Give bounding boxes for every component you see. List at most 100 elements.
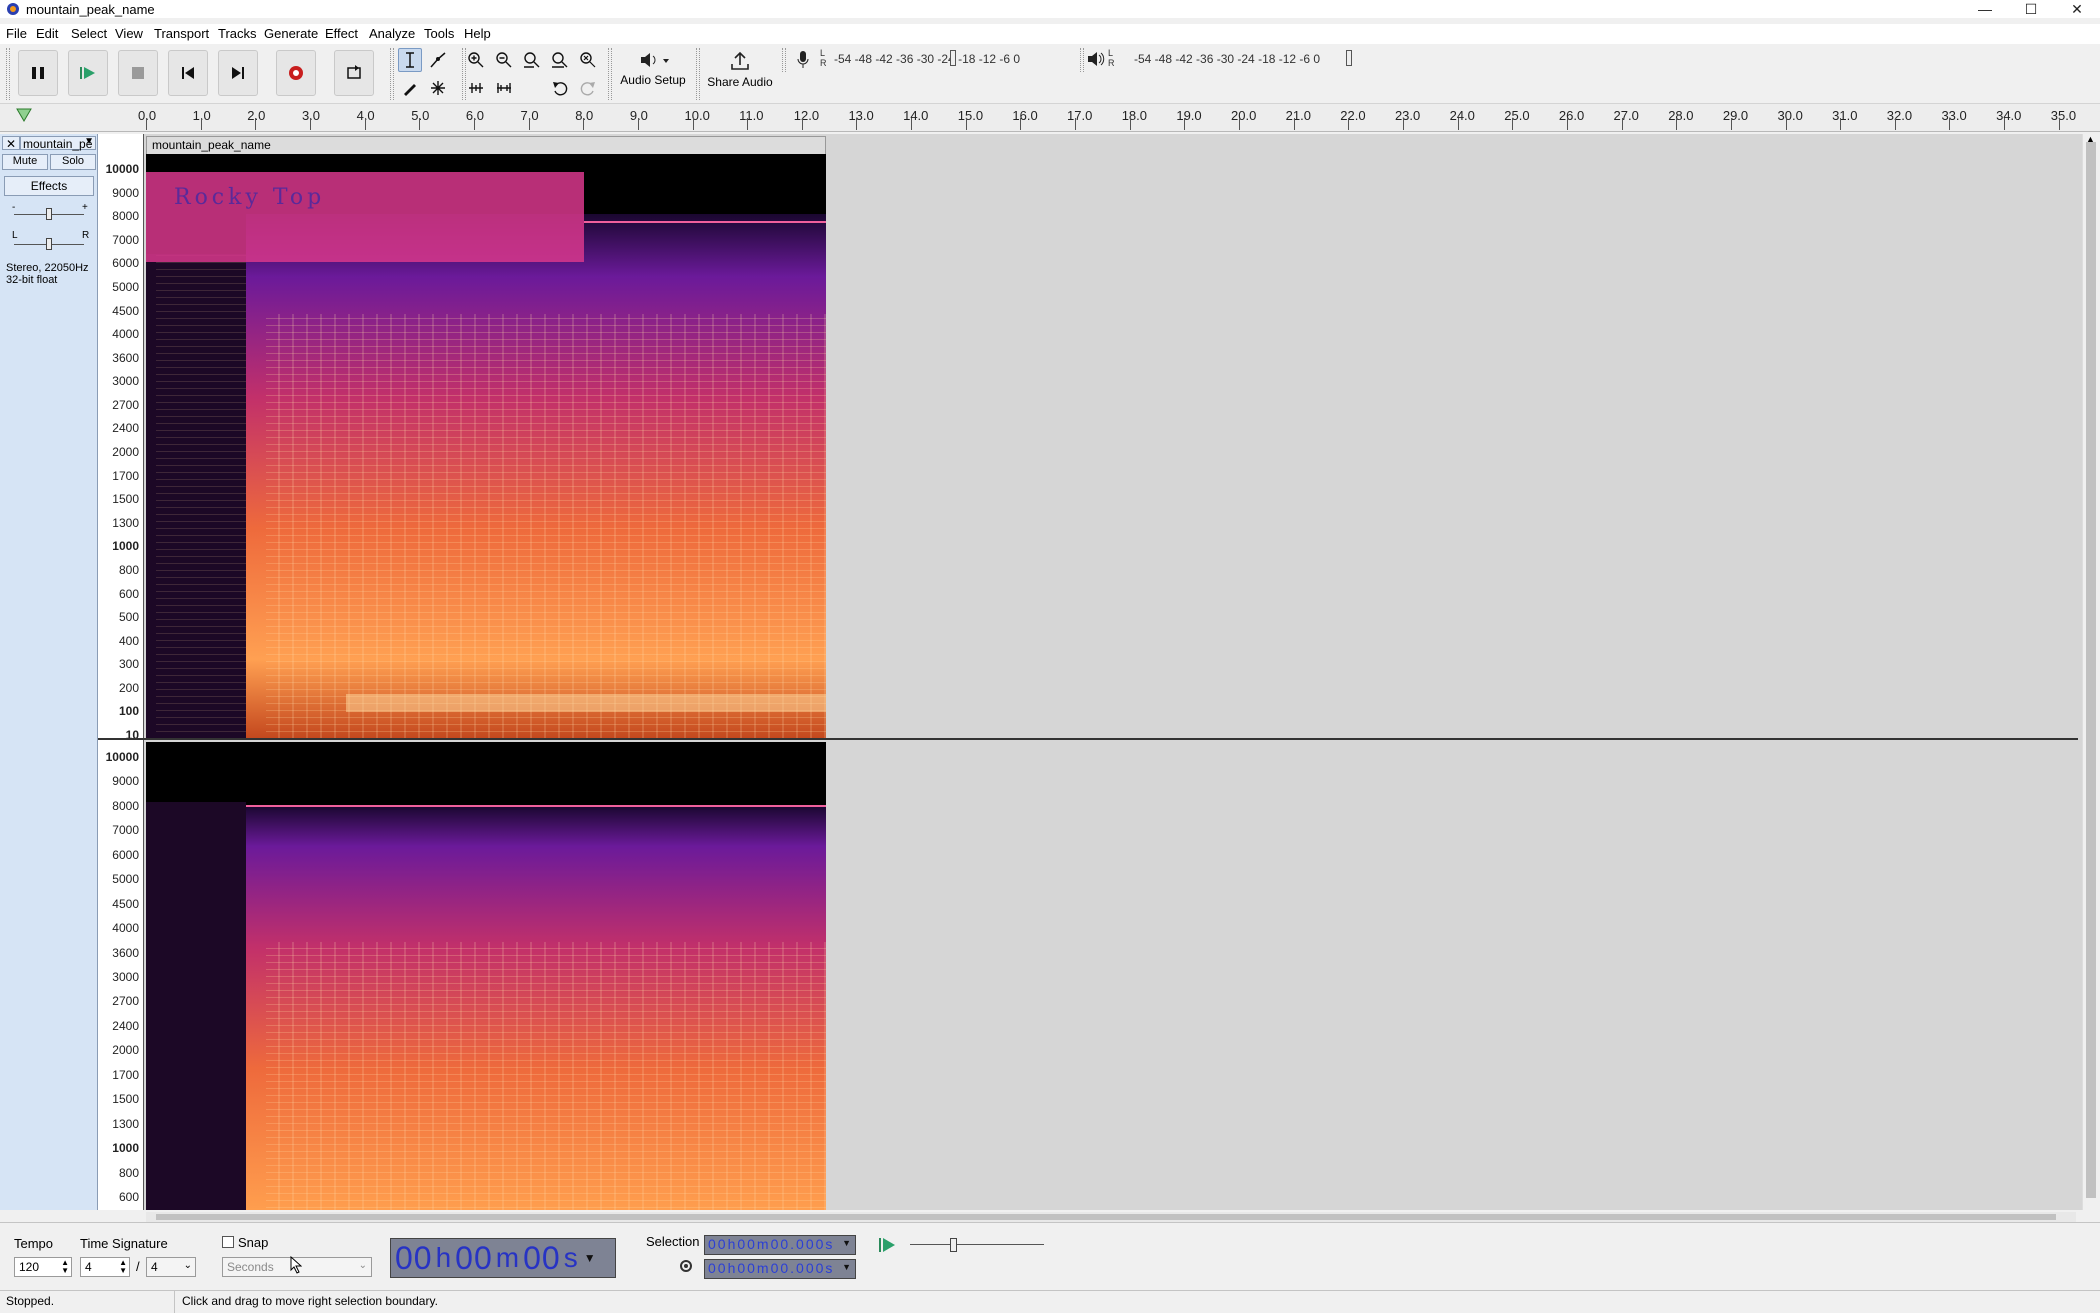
time-sig-denominator[interactable]: 4 ⌄ — [146, 1257, 196, 1277]
frequency-label: 1500 — [112, 1092, 139, 1107]
microphone-icon — [797, 51, 809, 68]
frequency-label: 4500 — [112, 303, 139, 318]
ruler-tick-label: 32.0 — [1886, 108, 1913, 123]
menu-analyze[interactable]: Analyze — [369, 26, 415, 41]
horizontal-scrollbar[interactable] — [146, 1212, 2076, 1222]
zoom-toggle-button[interactable] — [576, 48, 600, 72]
undo-icon — [553, 82, 568, 96]
toolbar-grip[interactable] — [6, 48, 10, 100]
menu-effect[interactable]: Effect — [325, 26, 358, 41]
record-meter-scale[interactable]: -54 -48 -42 -36 -30 -24 -18 -12 -6 0 — [834, 52, 1020, 66]
solo-button[interactable]: Solo — [50, 154, 96, 170]
frequency-label: 3600 — [112, 350, 139, 365]
draw-tool[interactable] — [398, 76, 422, 100]
clip-title-bar[interactable]: mountain_peak_name — [146, 136, 826, 154]
redo-button[interactable] — [576, 76, 600, 100]
selection-end-field[interactable]: 00h00m00.000s ▼ — [704, 1259, 856, 1279]
minimize-button[interactable]: — — [1962, 0, 2008, 18]
play-button[interactable] — [68, 50, 108, 96]
mute-button[interactable]: Mute — [2, 154, 48, 170]
ruler-tick-label: 26.0 — [1558, 108, 1585, 123]
frequency-label: 800 — [118, 562, 139, 577]
i-beam-icon — [406, 52, 414, 68]
skip-start-button[interactable] — [168, 50, 208, 96]
record-level-slider[interactable] — [950, 50, 956, 66]
time-sig-numerator[interactable]: 4 ▲ ▼ — [80, 1257, 130, 1277]
close-button[interactable]: ✕ — [2054, 0, 2100, 18]
ruler-tick-label: 23.0 — [1394, 108, 1421, 123]
selection-start-value: 00h00m00.000s — [708, 1236, 835, 1252]
track-close-button[interactable]: ✕ — [2, 136, 20, 151]
spectrogram-right-channel[interactable] — [146, 742, 826, 1210]
menu-tools[interactable]: Tools — [424, 26, 454, 41]
snap-checkbox[interactable] — [222, 1236, 234, 1248]
undo-button[interactable] — [548, 76, 572, 100]
loop-button[interactable] — [334, 50, 374, 96]
frequency-label: 6000 — [112, 256, 139, 271]
playback-speed-slider[interactable] — [950, 1238, 957, 1252]
playback-level-slider[interactable] — [1346, 50, 1352, 66]
silence-button[interactable] — [492, 76, 516, 100]
asterisk-icon — [431, 81, 445, 95]
gear-icon[interactable] — [678, 1258, 694, 1274]
time-seconds: 00 — [523, 1239, 561, 1276]
menu-select[interactable]: Select — [71, 26, 107, 41]
menu-edit[interactable]: Edit — [36, 26, 58, 41]
numerator-spinner-icon[interactable]: ▲ ▼ — [119, 1259, 127, 1275]
menu-view[interactable]: View — [115, 26, 143, 41]
time-hours-unit: h — [435, 1242, 453, 1273]
play-icon — [80, 67, 95, 79]
tempo-spinner-icon[interactable]: ▲ ▼ — [61, 1259, 69, 1275]
ruler-tick-mark — [1075, 118, 1077, 130]
tempo-field[interactable]: 120 ▲ ▼ — [14, 1257, 72, 1277]
menu-generate[interactable]: Generate — [264, 26, 318, 41]
horizontal-scroll-thumb[interactable] — [156, 1214, 2056, 1220]
toolbar-grip[interactable] — [608, 48, 612, 100]
gain-slider[interactable] — [46, 208, 52, 220]
frequency-scale[interactable]: 10000 9000 8000 7000 6000 5000 4500 4000 3600 300… — [98, 134, 144, 1210]
trim-button[interactable] — [464, 76, 488, 100]
time-format-dropdown-icon[interactable]: ▼ — [584, 1251, 597, 1265]
vertical-scroll-thumb[interactable] — [2086, 142, 2096, 1198]
audio-setup-button[interactable]: Audio Setup — [618, 50, 688, 96]
menu-tracks[interactable]: Tracks — [218, 26, 257, 41]
envelope-tool[interactable] — [426, 48, 450, 72]
time-minutes: 00 — [455, 1239, 493, 1276]
track-name-menu[interactable]: mountain_pe ▼ — [20, 136, 96, 151]
share-audio-button[interactable]: Share Audio — [704, 50, 776, 96]
toolbar-grip[interactable] — [782, 48, 786, 72]
vertical-scrollbar[interactable]: ▲ — [2082, 134, 2100, 1210]
pan-slider[interactable] — [46, 238, 52, 250]
audio-position-display[interactable]: 00 h 00 m 00 s ▼ — [390, 1238, 616, 1278]
pause-icon — [32, 67, 44, 79]
effects-button[interactable]: Effects — [4, 176, 94, 196]
record-button[interactable] — [276, 50, 316, 96]
selection-tool[interactable] — [398, 48, 422, 72]
play-head-marker-icon[interactable] — [16, 108, 32, 122]
menu-help[interactable]: Help — [464, 26, 491, 41]
spectrogram-left-channel[interactable]: Rocky Top — [146, 154, 826, 738]
fit-selection-button[interactable] — [520, 48, 544, 72]
toolbar-grip[interactable] — [696, 48, 700, 100]
pause-button[interactable] — [18, 50, 58, 96]
ruler-tick-mark — [637, 118, 639, 130]
fit-project-button[interactable] — [548, 48, 572, 72]
multi-tool[interactable] — [426, 76, 450, 100]
menu-transport[interactable]: Transport — [154, 26, 209, 41]
menu-file[interactable]: File — [6, 26, 27, 41]
maximize-button[interactable]: ☐ — [2008, 0, 2054, 18]
toolbar-grip[interactable] — [1080, 48, 1084, 72]
ruler-tick-label: 13.0 — [848, 108, 874, 123]
frequency-label: 2000 — [112, 1043, 139, 1058]
frequency-label: 200 — [118, 680, 139, 695]
play-meter-scale[interactable]: -54 -48 -42 -36 -30 -24 -18 -12 -6 0 — [1134, 52, 1320, 66]
toolbar-grip[interactable] — [390, 48, 394, 100]
frequency-label: 600 — [118, 586, 139, 601]
selection-start-field[interactable]: 00h00m00.000s ▼ — [704, 1235, 856, 1255]
play-at-speed-button[interactable] — [878, 1236, 898, 1254]
stop-button[interactable] — [118, 50, 158, 96]
skip-end-button[interactable] — [218, 50, 258, 96]
zoom-in-button[interactable] — [464, 48, 488, 72]
zoom-out-button[interactable] — [492, 48, 516, 72]
ruler-tick-label: 4.0 — [356, 108, 375, 123]
